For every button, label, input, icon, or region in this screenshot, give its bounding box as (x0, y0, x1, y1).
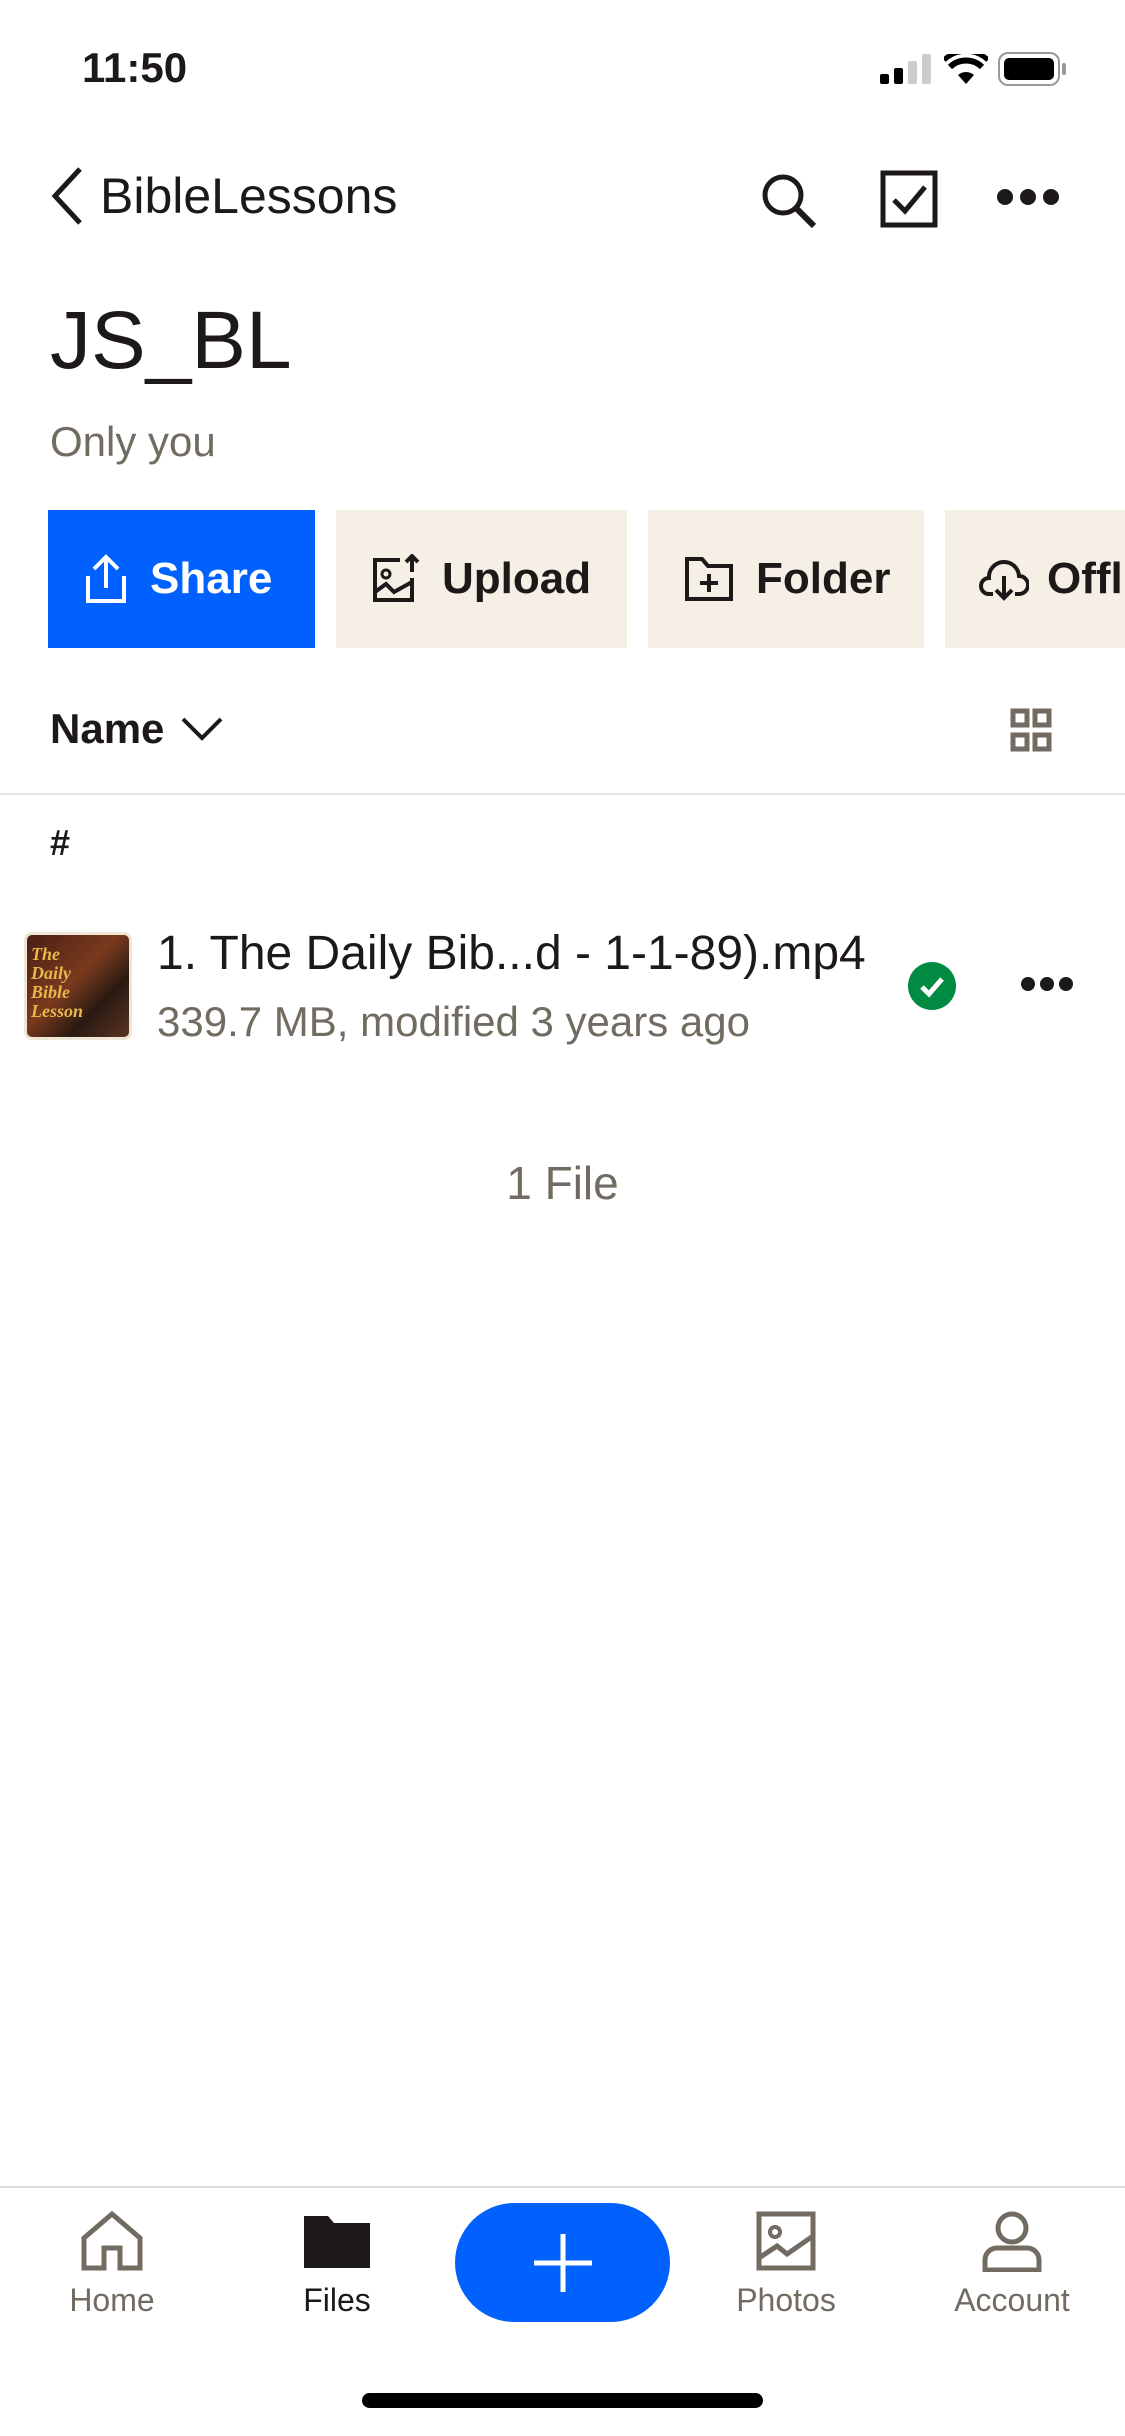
divider (0, 793, 1125, 795)
tab-account[interactable]: Account (922, 2210, 1102, 2319)
sharing-status: Only you (50, 418, 216, 465)
new-folder-button[interactable]: Folder (648, 510, 924, 648)
new-folder-icon (685, 557, 733, 601)
upload-label: Upload (442, 554, 592, 603)
status-time: 11:50 (82, 44, 188, 91)
more-icon[interactable] (995, 185, 1061, 209)
plus-icon (533, 2233, 592, 2292)
home-indicator (362, 2393, 763, 2408)
grid-view-icon[interactable] (1010, 708, 1052, 752)
file-name: 1. The Daily Bib...d - 1-1-89).mp4 (157, 927, 866, 980)
file-row[interactable]: The Daily Bible Lesson 1. The Daily Bib...d… (0, 920, 1125, 1050)
home-icon (81, 2210, 143, 2271)
back-button[interactable]: BibleLessons (50, 165, 397, 227)
search-icon[interactable] (758, 170, 818, 230)
share-label: Share (150, 554, 273, 603)
section-header: # (50, 822, 71, 863)
status-icons (880, 52, 1068, 86)
upload-button[interactable]: Upload (336, 510, 627, 648)
wifi-icon (944, 54, 988, 84)
create-button[interactable] (455, 2203, 670, 2322)
tab-label: Photos (736, 2282, 836, 2318)
thumbnail-title: The Daily Bible Lesson (31, 944, 84, 1021)
tab-bar-divider (0, 2186, 1125, 2188)
tab-home[interactable]: Home (22, 2210, 202, 2319)
tab-photos[interactable]: Photos (696, 2210, 876, 2319)
tab-files[interactable]: Files (247, 2210, 427, 2319)
tab-label: Files (303, 2282, 371, 2318)
cloud-download-icon (979, 559, 1029, 601)
signal-icon (880, 54, 931, 84)
back-label: BibleLessons (100, 168, 398, 224)
tab-label: Home (69, 2282, 155, 2318)
chevron-left-icon (51, 167, 82, 225)
sort-by-name-button[interactable]: Name (50, 705, 224, 753)
offline-button[interactable]: Offl (945, 510, 1125, 648)
share-button[interactable]: Share (48, 510, 315, 648)
account-icon (982, 2211, 1042, 2272)
folder-label: Folder (756, 554, 891, 603)
synced-check-icon (908, 962, 956, 1010)
file-meta: 339.7 MB, modified 3 years ago (157, 998, 751, 1045)
battery-icon (998, 52, 1066, 86)
chevron-down-icon (181, 717, 223, 741)
sort-label: Name (50, 705, 165, 752)
share-icon (86, 554, 126, 603)
file-count: 1 File (506, 1157, 619, 1209)
folder-icon (304, 2216, 370, 2268)
offline-label: Offl (1047, 554, 1123, 603)
file-thumbnail: The Daily Bible Lesson (24, 932, 132, 1040)
select-checkbox-icon[interactable] (880, 170, 938, 228)
upload-photo-icon (373, 554, 420, 602)
tab-label: Account (954, 2282, 1070, 2318)
page-title: JS_BL (50, 295, 292, 386)
photos-icon (756, 2211, 816, 2271)
file-more-icon[interactable] (1020, 974, 1074, 994)
